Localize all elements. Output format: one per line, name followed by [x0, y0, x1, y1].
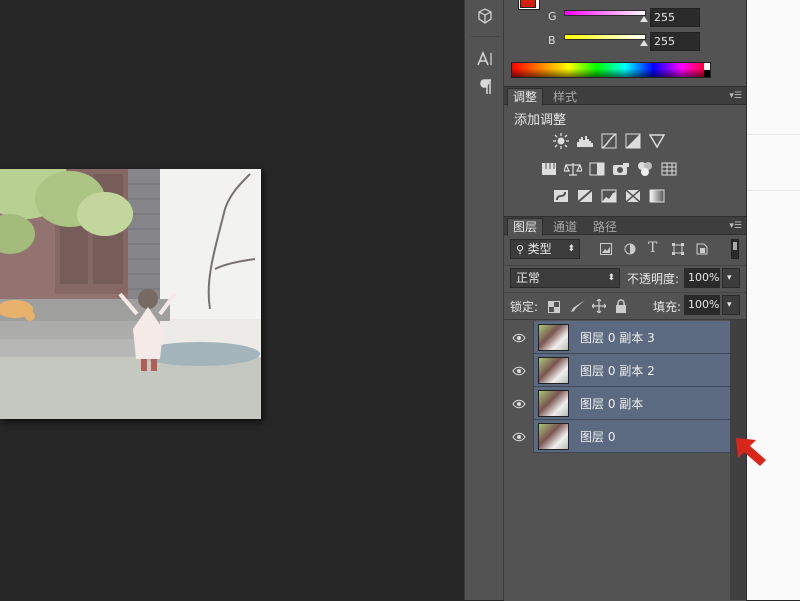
layer-row[interactable]: 图层 0 副本 3: [504, 321, 730, 354]
threshold-icon[interactable]: [600, 188, 618, 204]
layer-name: 图层 0 副本: [580, 397, 644, 411]
foreground-color-swatch[interactable]: [520, 0, 536, 8]
shape-layer-filter-icon[interactable]: [672, 243, 684, 258]
hue-saturation-icon[interactable]: [540, 161, 558, 177]
adjustments-tabbar: 调整 样式 ▾☰: [504, 87, 746, 106]
green-label: G: [548, 10, 557, 23]
lock-image-brush-icon[interactable]: [570, 299, 586, 316]
color-spectrum-bar[interactable]: [511, 62, 711, 78]
character-panel-icon[interactable]: [475, 49, 495, 69]
pixel-layer-filter-icon[interactable]: [600, 243, 612, 258]
layer-row[interactable]: 图层 0: [504, 420, 730, 453]
fill-field[interactable]: 100%: [684, 295, 720, 315]
brightness-contrast-icon[interactable]: [552, 133, 570, 149]
blend-mode-dropdown[interactable]: 正常 ⬍: [510, 268, 620, 288]
panel-icon-strip: [464, 0, 504, 600]
layer-list: 图层 0 副本 3 图层 0 副本 2 图层 0 副本 图层 0: [504, 321, 746, 601]
blue-label: B: [548, 34, 556, 47]
exposure-icon[interactable]: [624, 133, 642, 149]
lock-transparent-icon[interactable]: [548, 301, 560, 316]
curves-icon[interactable]: [600, 133, 618, 149]
color-lookup-icon[interactable]: [660, 161, 678, 177]
visibility-eye-icon[interactable]: [504, 354, 534, 387]
3d-cube-icon[interactable]: [475, 6, 495, 26]
tab-channels[interactable]: 通道: [548, 219, 582, 235]
tab-styles[interactable]: 样式: [548, 89, 582, 105]
black-white-icon[interactable]: [588, 161, 606, 177]
up-down-arrows-icon: ⬍: [607, 273, 615, 283]
invert-icon[interactable]: [552, 188, 570, 204]
panel-menu-icon[interactable]: ▾☰: [728, 90, 742, 102]
panel-menu-icon[interactable]: ▾☰: [728, 220, 742, 232]
annotation-arrow-icon: [736, 438, 766, 466]
gradient-map-icon[interactable]: [648, 188, 666, 204]
visibility-eye-icon[interactable]: [504, 387, 534, 420]
visibility-eye-icon[interactable]: [504, 420, 534, 453]
opacity-dropdown-arrow[interactable]: ▾: [722, 268, 740, 288]
channel-mixer-icon[interactable]: [636, 161, 654, 177]
layer-name: 图层 0 副本 2: [580, 364, 655, 378]
layer-name: 图层 0: [580, 430, 616, 444]
color-balance-icon[interactable]: [564, 161, 582, 177]
photo-filter-icon[interactable]: [612, 161, 630, 177]
green-slider-thumb[interactable]: [640, 16, 648, 22]
opacity-label: 不透明度:: [627, 272, 680, 286]
lock-label: 锁定:: [510, 300, 539, 314]
green-slider-track[interactable]: [564, 10, 646, 16]
adjustments-title: 添加调整: [514, 113, 567, 128]
adjustment-layer-filter-icon[interactable]: [624, 243, 636, 258]
filter-toggle-switch[interactable]: [731, 239, 739, 259]
color-panel: G 255 B 255: [504, 0, 746, 84]
tab-layers[interactable]: 图层: [507, 218, 544, 236]
document-canvas[interactable]: [0, 0, 464, 600]
layer-thumbnail: [538, 324, 569, 351]
layer-row[interactable]: 图层 0 副本: [504, 387, 730, 420]
layer-thumbnail: [538, 423, 569, 450]
visibility-eye-icon[interactable]: [504, 321, 534, 354]
adjustments-panel: 调整 样式 ▾☰ 添加调整: [504, 86, 746, 212]
paragraph-panel-icon[interactable]: [475, 77, 495, 97]
layer-thumbnail: [538, 390, 569, 417]
document-image[interactable]: [0, 169, 261, 419]
type-layer-filter-icon[interactable]: T: [648, 240, 657, 256]
layers-tabbar: 图层 通道 路径 ▾☰: [504, 217, 746, 236]
blue-slider-thumb[interactable]: [640, 40, 648, 46]
layer-name: 图层 0 副本 3: [580, 331, 655, 345]
opacity-field[interactable]: 100%: [684, 268, 720, 288]
posterize-icon[interactable]: [576, 188, 594, 204]
layer-thumbnail: [538, 357, 569, 384]
fill-label: 填充:: [653, 300, 682, 314]
layers-panel: 图层 通道 路径 ▾☰ ⚲ 类型 ⬍ T 正常 ⬍ 不透明度: 100% ▾ 锁…: [504, 216, 746, 601]
smart-object-filter-icon[interactable]: [696, 243, 708, 258]
blend-mode-label: 正常: [516, 271, 541, 285]
blue-slider-track[interactable]: [564, 34, 646, 40]
tab-adjustments[interactable]: 调整: [507, 88, 544, 106]
lock-position-move-icon[interactable]: [591, 298, 607, 316]
up-down-arrows-icon: ⬍: [567, 244, 575, 254]
layer-filter-dropdown[interactable]: ⚲ 类型 ⬍: [510, 239, 580, 259]
lock-all-icon[interactable]: [615, 299, 627, 316]
search-icon: ⚲: [516, 243, 528, 256]
blue-value-field[interactable]: 255: [650, 32, 700, 51]
layer-row[interactable]: 图层 0 副本 2: [504, 354, 730, 387]
selective-color-icon[interactable]: [624, 188, 642, 204]
green-value-field[interactable]: 255: [650, 8, 700, 27]
illustration-image: [0, 169, 261, 419]
tab-paths[interactable]: 路径: [588, 219, 622, 235]
levels-icon[interactable]: [576, 133, 594, 149]
panels-dock: G 255 B 255 调整 样式 ▾☰ 添加调整 图层 通道 路径 ▾☰ ⚲ …: [504, 0, 746, 601]
filter-kind-label: 类型: [527, 242, 552, 256]
background-webpage: [746, 0, 800, 600]
fill-dropdown-arrow[interactable]: ▾: [722, 295, 740, 315]
vibrance-icon[interactable]: [648, 133, 666, 149]
